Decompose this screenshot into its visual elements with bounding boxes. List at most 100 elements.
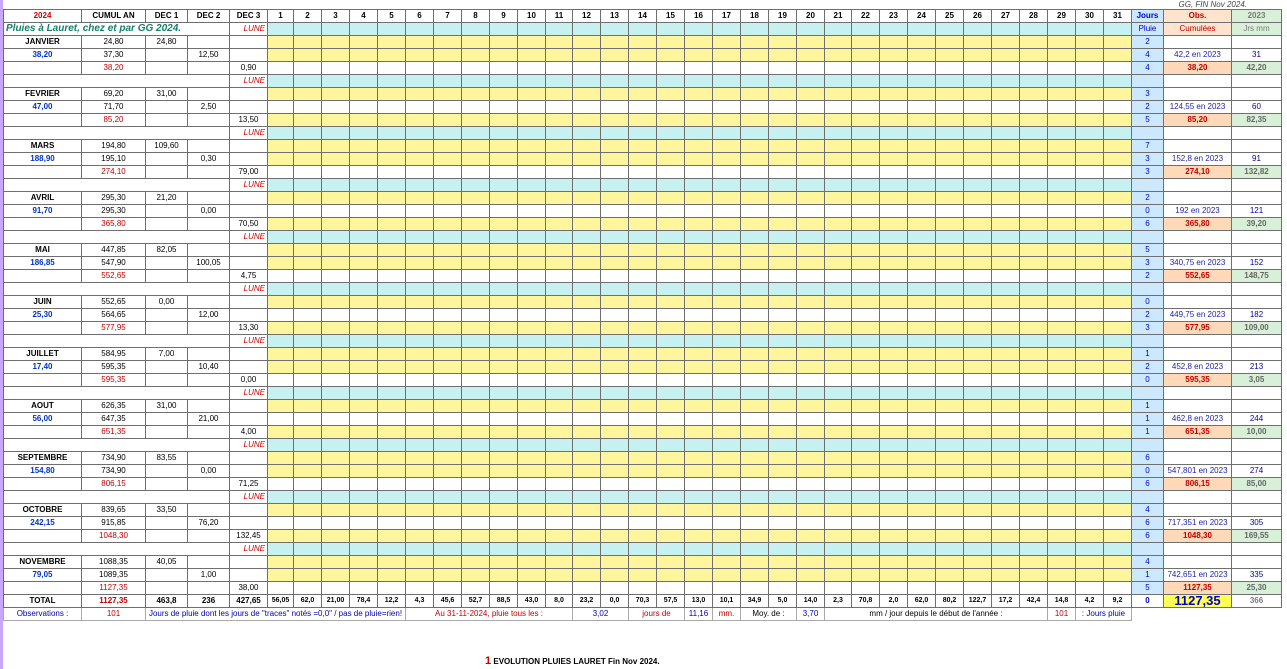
lune-cell <box>768 438 797 452</box>
day-cell <box>267 451 294 465</box>
day-cell <box>907 152 936 166</box>
lune-cell <box>684 386 713 400</box>
cumul: 595,35 <box>81 373 146 387</box>
day-cell <box>1047 451 1076 465</box>
day-cell <box>600 191 629 205</box>
cumul: 85,20 <box>81 113 146 127</box>
day-cell <box>461 191 490 205</box>
lune-cell <box>433 542 462 556</box>
day-cell <box>267 464 294 478</box>
obs-au: Au 31-11-2024, pluie tous les : <box>405 607 573 621</box>
day-cell <box>377 425 406 439</box>
blank <box>3 217 82 231</box>
blank <box>1231 386 1282 400</box>
col-2023: 2023 <box>1231 9 1282 23</box>
mm-2023: 85,00 <box>1231 477 1282 491</box>
day-cell <box>1103 568 1132 582</box>
obs-note: 462,8 en 2023 <box>1163 412 1232 426</box>
lune-cell <box>517 490 546 504</box>
days-2023: 213 <box>1231 360 1282 374</box>
day-cell <box>572 555 601 569</box>
day-cell <box>1103 503 1132 517</box>
dec1: 33,50 <box>145 503 188 517</box>
day-cell <box>712 48 741 62</box>
lune-cell <box>517 542 546 556</box>
lune-cell <box>824 126 852 140</box>
lune-cell <box>433 178 462 192</box>
table-row: 577,95 13,30 3 577,95 109,00 <box>3 321 1282 335</box>
day-cell <box>935 503 964 517</box>
day-cell <box>1103 61 1132 75</box>
dec1 <box>145 217 188 231</box>
obs-note: 717,351 en 2023 <box>1163 516 1232 530</box>
day-cell <box>461 308 490 322</box>
day-cell <box>545 555 573 569</box>
obs-cumul: 595,35 <box>1163 373 1232 387</box>
day-cell <box>572 321 601 335</box>
day-cell <box>879 568 908 582</box>
day-cell <box>572 35 601 49</box>
mm-2023: 42,20 <box>1231 61 1282 75</box>
day-cell <box>740 61 769 75</box>
day-cell <box>321 113 350 127</box>
day-cell <box>405 464 434 478</box>
day-cell <box>321 61 350 75</box>
table-row: LUNE <box>3 542 1282 556</box>
total-day: 14,0 <box>796 594 825 608</box>
day-cell <box>796 451 825 465</box>
lune-cell <box>517 386 546 400</box>
day-cell <box>1075 425 1104 439</box>
day-cell <box>851 555 880 569</box>
total-day: 0,0 <box>600 594 629 608</box>
lune-cell <box>628 74 657 88</box>
day-cell <box>963 191 992 205</box>
day-cell <box>405 165 434 179</box>
day-cell <box>991 373 1020 387</box>
obs-blank <box>1163 35 1232 49</box>
day-cell <box>545 35 573 49</box>
day-cell <box>879 152 908 166</box>
total-day: 4,2 <box>1075 594 1104 608</box>
day-cell <box>796 581 825 595</box>
blank23 <box>1231 503 1282 517</box>
day-cell <box>684 464 713 478</box>
month-total: 47,00 <box>3 100 82 114</box>
day-cell <box>740 48 769 62</box>
lune-cell <box>545 542 573 556</box>
day-cell <box>628 360 657 374</box>
obs-moyt: mm / jour depuis le début de l'année : <box>824 607 1048 621</box>
lune-cell <box>377 126 406 140</box>
day-cell <box>267 373 294 387</box>
month-name: SEPTEMBRE <box>3 451 82 465</box>
day-cell <box>321 360 350 374</box>
obs-mm: 11,16 <box>684 607 713 621</box>
blank <box>3 542 230 556</box>
lune-cell <box>796 542 825 556</box>
day-cell <box>740 321 769 335</box>
day-cell <box>433 295 462 309</box>
blank23 <box>1231 451 1282 465</box>
day-cell <box>489 516 518 530</box>
day-cell <box>572 451 601 465</box>
day-cell <box>377 451 406 465</box>
day-cell <box>628 295 657 309</box>
day-cell <box>768 308 797 322</box>
dec2 <box>187 399 230 413</box>
dec3 <box>229 204 268 218</box>
day-cell <box>267 503 294 517</box>
lune-cell <box>1103 490 1132 504</box>
day-cell <box>433 165 462 179</box>
day-cell <box>628 308 657 322</box>
obs-blank <box>1163 555 1232 569</box>
day-cell <box>349 555 378 569</box>
day-cell <box>851 269 880 283</box>
day-cell <box>907 295 936 309</box>
blank23 <box>1231 399 1282 413</box>
day-cell <box>1047 269 1076 283</box>
day-cell <box>907 347 936 361</box>
lune-cell <box>879 178 908 192</box>
day-cell <box>1075 61 1104 75</box>
obs-note: 340,75 en 2023 <box>1163 256 1232 270</box>
day-cell <box>293 269 322 283</box>
day-cell <box>1019 295 1048 309</box>
